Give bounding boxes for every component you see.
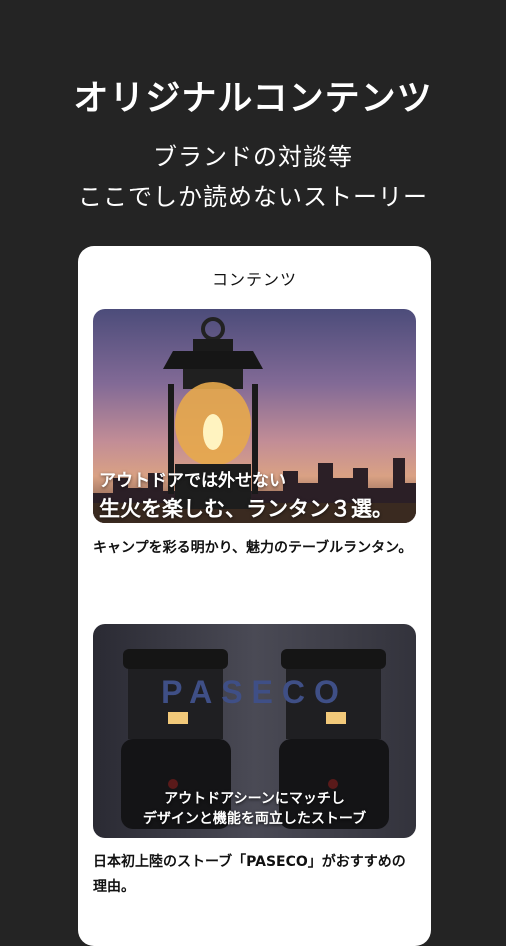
subheadline-1: ブランドの対談等: [153, 143, 353, 171]
article-thumbnail-stove[interactable]: PASECO アウトドアシーンにマッチし デザインと機能を両立したストーブ: [93, 624, 416, 838]
brand-logo: PASECO: [161, 674, 348, 710]
content-card: コンテンツ アウトドアでは外せない 生火を楽しむ、ランタン３選。 キャンプを彩る…: [78, 246, 431, 946]
subheadline-2: ここでしか読めないストーリー: [78, 183, 428, 211]
thumbnail-overlay-line1: アウトドアでは外せない: [99, 471, 286, 491]
lantern-image: [163, 317, 263, 509]
headline: オリジナルコンテンツ: [73, 79, 433, 119]
article-thumbnail-lantern[interactable]: アウトドアでは外せない 生火を楽しむ、ランタン３選。: [93, 309, 416, 523]
thumbnail-overlay-line2: 生火を楽しむ、ランタン３選。: [99, 497, 393, 521]
article-caption[interactable]: 日本初上陸のストーブ「PASECO」がおすすめの理由。: [93, 850, 416, 900]
thumbnail-overlay-line1: アウトドアシーンにマッチし: [164, 791, 345, 807]
article-caption[interactable]: キャンプを彩る明かり、魅力のテーブルランタン。: [93, 536, 416, 561]
thumbnail-overlay-line2: デザインと機能を両立したストーブ: [142, 811, 367, 827]
card-title: コンテンツ: [211, 270, 297, 289]
